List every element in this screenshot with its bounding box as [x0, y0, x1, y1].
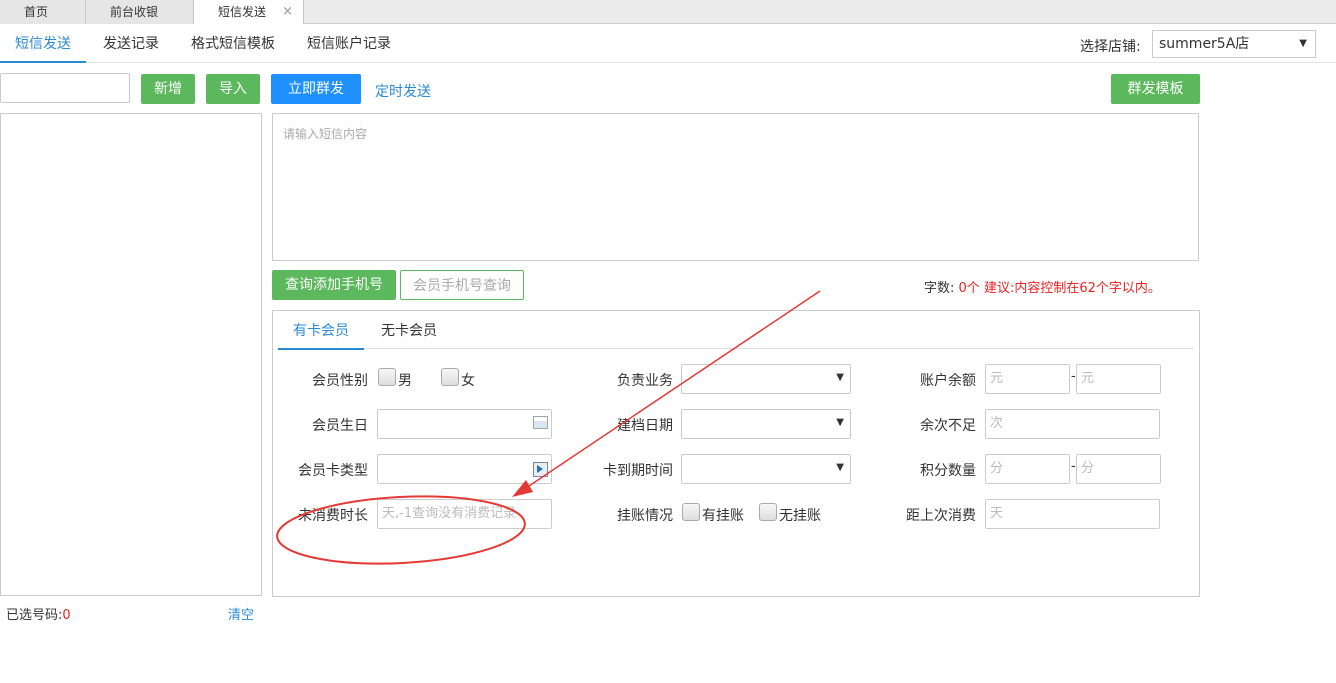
annotation-circle	[276, 495, 526, 565]
annotation-arrow-line	[519, 290, 821, 493]
annotation-overlay	[276, 290, 821, 565]
annotation-arrow-head	[512, 480, 533, 497]
